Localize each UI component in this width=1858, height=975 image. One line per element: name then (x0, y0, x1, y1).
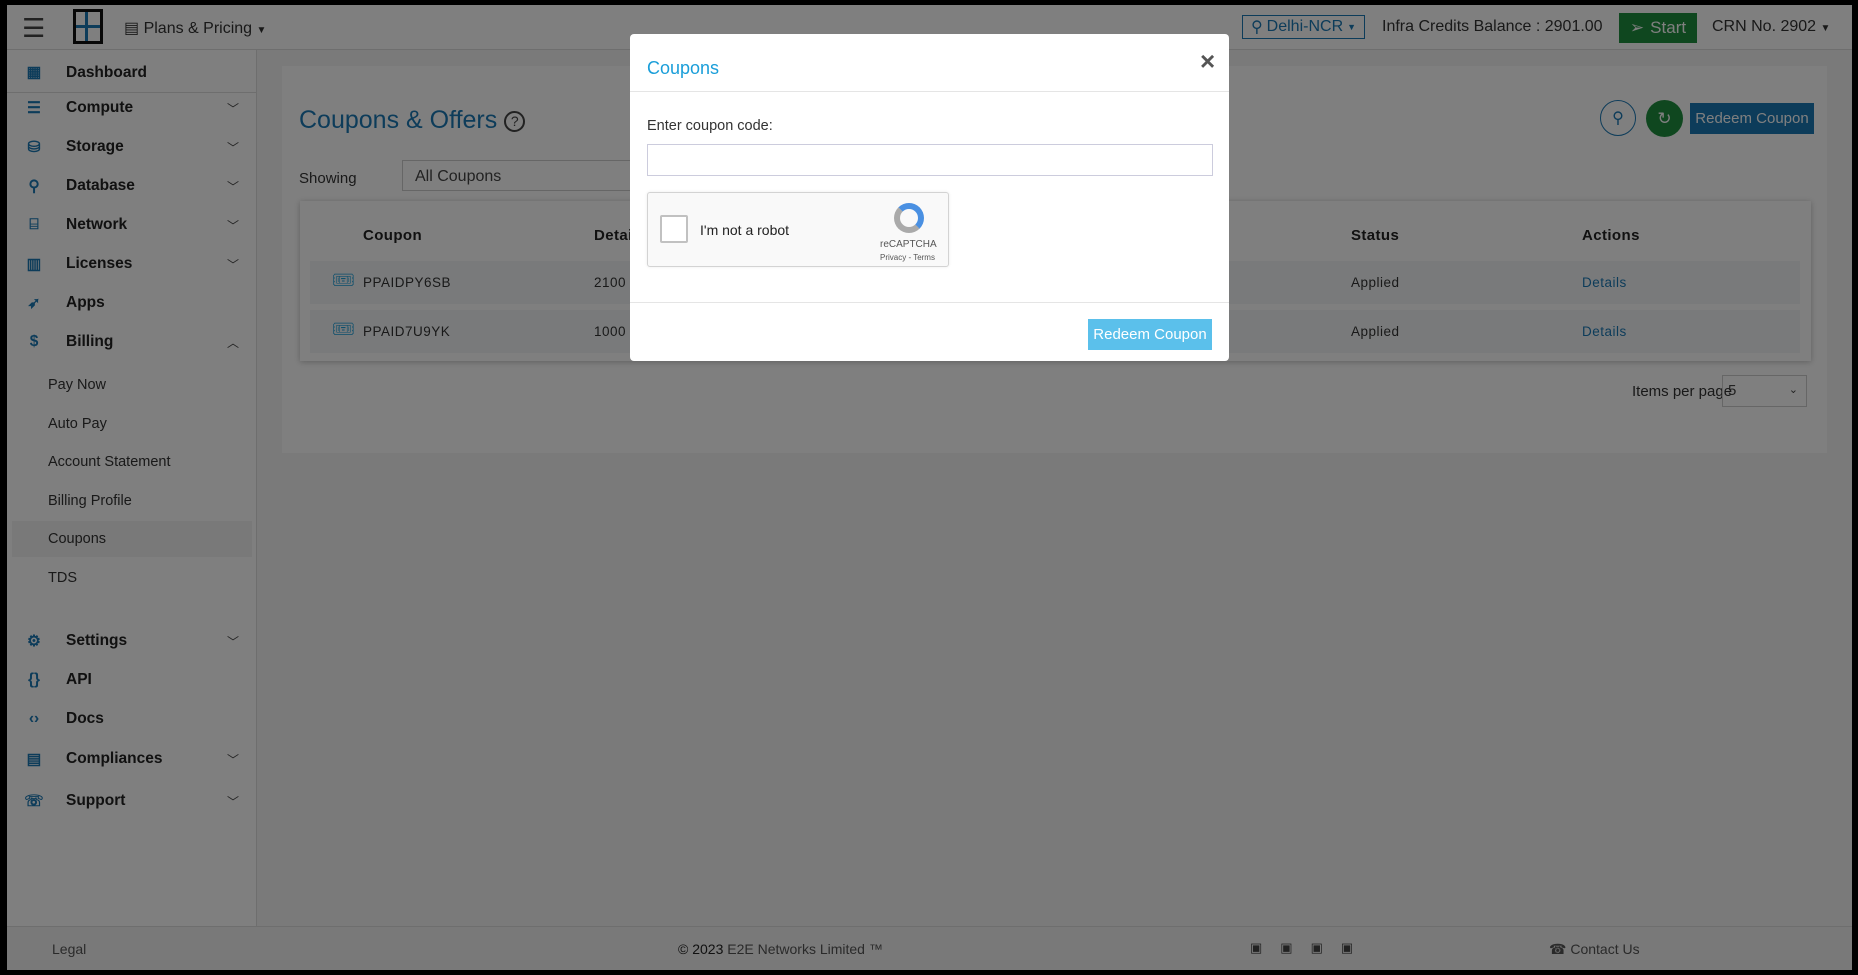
recaptcha-widget: I'm not a robot reCAPTCHA Privacy - Term… (647, 192, 949, 267)
coupons-modal: Coupons × Enter coupon code: I'm not a r… (630, 34, 1229, 361)
recaptcha-brand: reCAPTCHA (880, 239, 937, 250)
modal-redeem-coupon-button[interactable]: Redeem Coupon (1088, 319, 1212, 350)
recaptcha-label: I'm not a robot (700, 222, 790, 238)
modal-title: Coupons (647, 58, 720, 78)
coupon-code-label: Enter coupon code: (647, 118, 773, 134)
recaptcha-links[interactable]: Privacy - Terms (880, 253, 935, 262)
recaptcha-logo-icon (894, 203, 924, 233)
close-icon[interactable]: × (1200, 46, 1215, 77)
coupon-code-input[interactable] (647, 144, 1213, 176)
recaptcha-checkbox[interactable] (660, 215, 688, 243)
